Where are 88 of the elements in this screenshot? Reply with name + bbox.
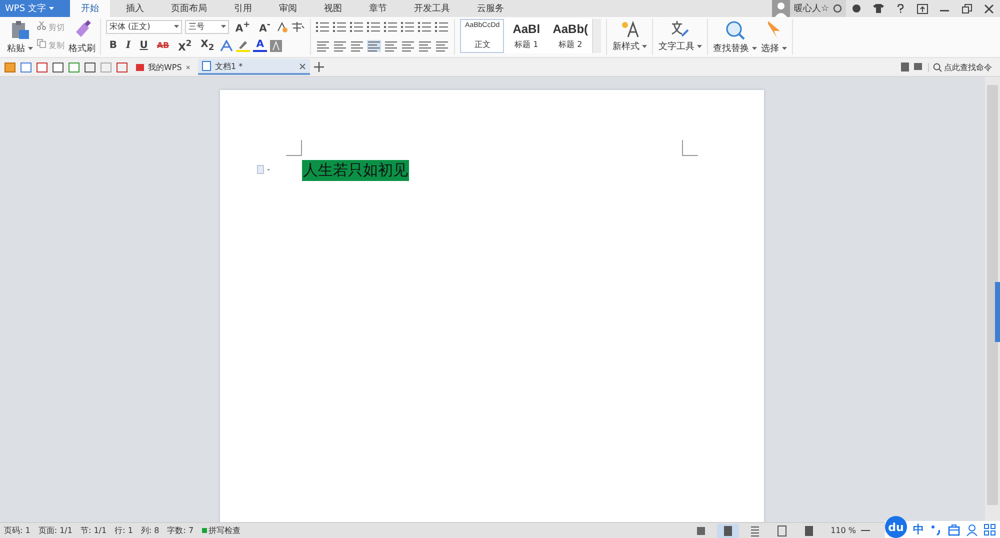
status-item: 节: 1/1: [80, 525, 108, 536]
select-button[interactable]: 选择: [761, 42, 787, 55]
save-icon[interactable]: [20, 61, 32, 73]
text-tools-icon[interactable]: [670, 20, 690, 38]
find-replace-button[interactable]: 查找替换: [713, 42, 757, 55]
justify-icon[interactable]: [367, 40, 382, 52]
ime-mode-button[interactable]: 中: [913, 522, 924, 537]
close-icon[interactable]: [299, 62, 306, 70]
status-item: 页面: 1/1: [38, 525, 74, 536]
paragraph-handle-icon[interactable]: [257, 165, 271, 174]
close-icon[interactable]: [186, 64, 190, 70]
format-button[interactable]: I: [123, 40, 134, 51]
highlighted-text: 人生若只如初见: [302, 160, 409, 181]
caret-icon: [782, 47, 787, 50]
user-avatar-icon[interactable]: [772, 0, 790, 17]
scissors-icon: [36, 21, 46, 30]
search-icon: [933, 62, 942, 72]
punctuation-icon[interactable]: [930, 524, 942, 536]
format-button[interactable]: AB: [154, 41, 172, 50]
status-item: 列: 8: [140, 525, 160, 536]
font-name-field[interactable]: 宋体 (正文): [106, 20, 182, 34]
grid-icon[interactable]: [984, 524, 996, 536]
status-item: 行: 1: [114, 525, 134, 536]
style-preset[interactable]: AaBb( 标题 2: [548, 19, 592, 53]
format-button[interactable]: U: [136, 40, 151, 51]
copy-icon: [36, 39, 46, 48]
margin-corner-mark: [682, 140, 698, 156]
vertical-scrollbar[interactable]: [985, 77, 1000, 522]
find-icon[interactable]: [725, 20, 746, 40]
text-effect-icon[interactable]: [220, 40, 234, 52]
caret-icon: [697, 45, 702, 48]
ribbon-tab[interactable]: 视图: [313, 0, 353, 17]
shading-icon[interactable]: [270, 40, 282, 52]
close-icon[interactable]: [984, 4, 994, 14]
ribbon-tab[interactable]: 开发工具: [403, 0, 461, 17]
app-menu-button[interactable]: WPS 文字: [0, 0, 70, 17]
format-button[interactable]: X$^{2}$: [175, 38, 195, 54]
fullscreen-icon[interactable]: [917, 4, 928, 14]
ribbon-tab[interactable]: 页面布局: [160, 0, 218, 17]
highlighter-icon[interactable]: [236, 40, 250, 52]
ribbon-tab[interactable]: 云服务: [466, 0, 515, 17]
format-button[interactable]: X$_{2}$: [198, 39, 218, 52]
font-color-button[interactable]: A: [253, 40, 267, 52]
ime-logo[interactable]: du: [885, 516, 907, 538]
document-tab[interactable]: 文档1 *: [198, 59, 310, 75]
format-button[interactable]: B: [106, 40, 120, 51]
status-item: 页码: 1: [4, 525, 32, 536]
ribbon-tab[interactable]: 审阅: [268, 0, 308, 17]
font-size-field[interactable]: 三号: [185, 20, 230, 34]
bullet-list-icon[interactable]: [316, 20, 330, 32]
caret-icon: [221, 25, 226, 28]
help-icon[interactable]: [896, 4, 905, 13]
restore-icon[interactable]: [962, 4, 972, 14]
new-style-button[interactable]: 新样式: [612, 40, 648, 53]
ribbon-tab[interactable]: 章节: [358, 0, 398, 17]
page-view-icon[interactable]: [716, 524, 739, 538]
shirt-icon[interactable]: [873, 4, 884, 13]
caret-icon: [28, 47, 33, 50]
text-tools-button[interactable]: 文字工具: [658, 40, 702, 53]
toolbox-icon[interactable]: [948, 524, 960, 536]
zoom-level[interactable]: 110 %: [830, 526, 856, 535]
caret-icon: [174, 25, 180, 28]
ribbon-tab[interactable]: 开始: [70, 0, 110, 17]
document-tab[interactable]: 我的WPS: [132, 59, 194, 75]
shrink-font-button[interactable]: A$^{-}$: [256, 18, 274, 34]
margin-corner-mark: [286, 140, 302, 156]
caret-icon: [48, 7, 54, 10]
clipboard-icon[interactable]: [10, 20, 30, 40]
paste-button[interactable]: 粘贴: [7, 42, 33, 55]
ribbon-tab[interactable]: 插入: [115, 0, 155, 17]
format-painter-button[interactable]: 格式刷: [68, 42, 96, 55]
folder-icon[interactable]: [4, 61, 16, 73]
settings-icon[interactable]: [833, 4, 842, 13]
command-search-field[interactable]: 点此查找命令: [928, 62, 996, 72]
clear-format-icon[interactable]: [276, 20, 288, 32]
grow-font-button[interactable]: A$^{+}$: [232, 18, 254, 34]
ribbon-tab[interactable]: 引用: [223, 0, 263, 17]
side-panel-handle[interactable]: [995, 282, 1000, 342]
new-tab-icon[interactable]: [314, 62, 324, 72]
phonetic-icon[interactable]: [291, 20, 306, 32]
align-left-icon[interactable]: [316, 40, 330, 52]
spell-check-button[interactable]: 拼写检查: [202, 525, 241, 536]
caret-icon: [642, 45, 648, 48]
new-style-icon[interactable]: [620, 20, 640, 38]
caret-icon: [752, 47, 757, 50]
user-icon[interactable]: [966, 524, 978, 536]
status-item: 字数: 7: [167, 525, 195, 536]
style-preset[interactable]: AaBl 标题 1: [504, 19, 548, 53]
